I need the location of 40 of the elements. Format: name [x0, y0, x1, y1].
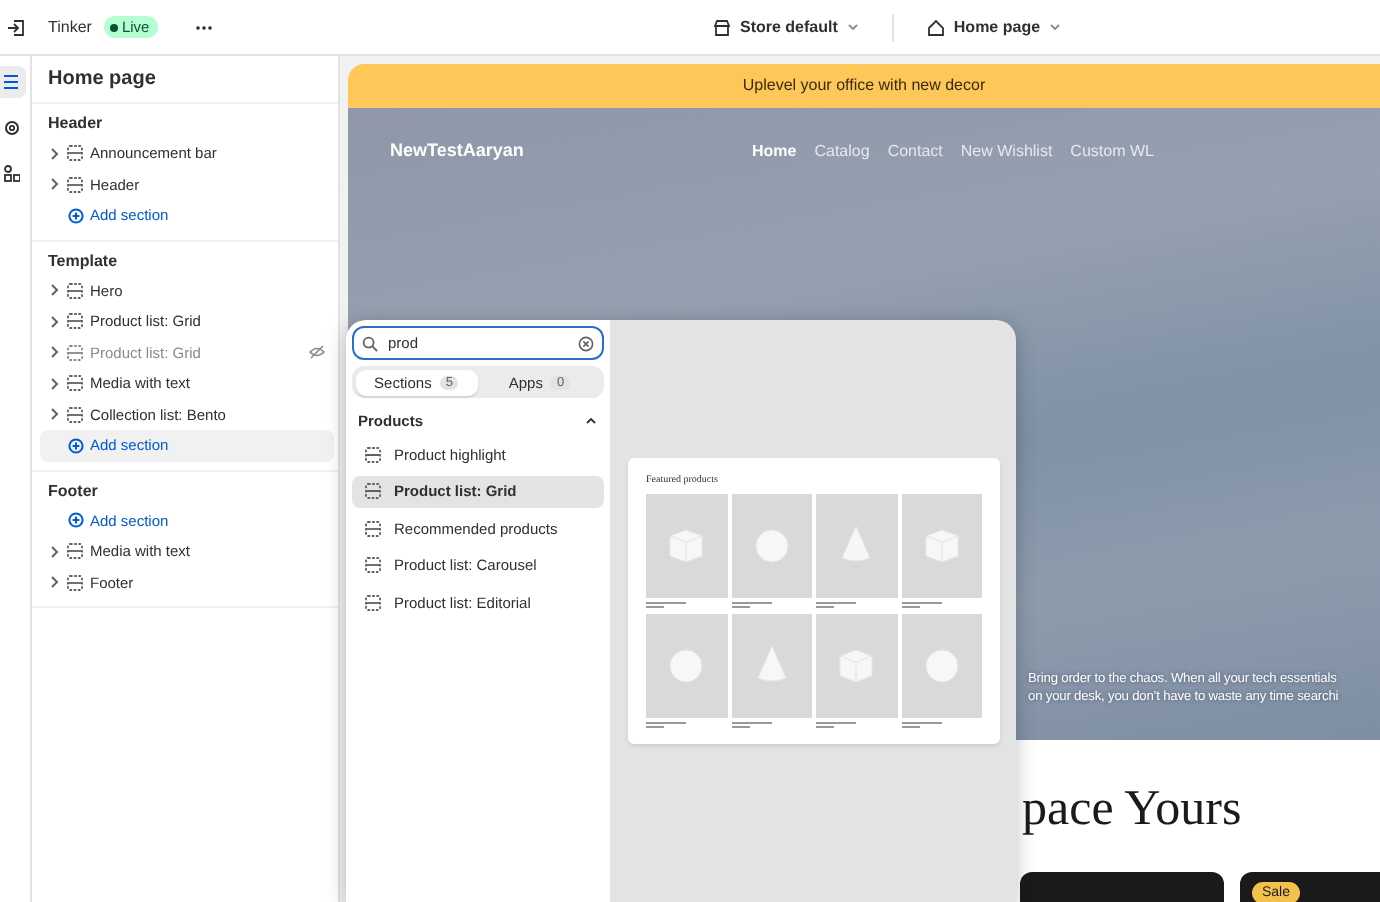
section-icon: [66, 573, 84, 592]
section-icon: [66, 312, 84, 331]
apps-icon: [4, 164, 20, 184]
section-icon: [66, 405, 84, 424]
settings-icon: [4, 118, 20, 138]
store-icon: [712, 17, 732, 37]
eye-slash-icon[interactable]: [308, 344, 326, 361]
section-icon: [364, 445, 382, 463]
announcement-bar: Uplevel your office with new decor: [348, 64, 1380, 108]
theme-name: Tinker: [48, 18, 92, 36]
section-heading: pace Yours: [1020, 780, 1244, 840]
page-dropdown[interactable]: Home page: [917, 13, 1071, 41]
section-icon: [364, 593, 382, 611]
group-heading: Footer: [46, 481, 100, 499]
search-icon: [362, 335, 378, 351]
chevron-up-icon[interactable]: [584, 416, 598, 426]
group-heading: Template: [46, 251, 120, 269]
plus-circle-icon: [68, 512, 84, 529]
section-icon: [66, 542, 84, 561]
section-icon: [364, 556, 382, 574]
plus-circle-icon: [68, 207, 84, 224]
store-dropdown[interactable]: Store default: [704, 13, 868, 41]
home-icon: [925, 17, 946, 37]
more-icon[interactable]: [193, 23, 214, 31]
page-title: Home page: [32, 56, 338, 104]
rail-tab[interactable]: [0, 66, 26, 98]
section-icon: [364, 519, 382, 537]
section-icon: [66, 175, 84, 194]
section-icon: [364, 482, 382, 500]
clear-icon[interactable]: [578, 335, 594, 351]
section-icon: [66, 374, 84, 393]
sections-icon: [4, 72, 20, 92]
chevron-down-icon: [845, 22, 860, 32]
section-icon: [66, 281, 84, 300]
section-icon: [66, 144, 84, 163]
chevron-down-icon: [1048, 22, 1063, 32]
plus-circle-icon: [68, 437, 84, 454]
section-icon: [66, 343, 84, 362]
exit-icon[interactable]: [6, 17, 26, 37]
group-heading: Header: [46, 114, 105, 132]
